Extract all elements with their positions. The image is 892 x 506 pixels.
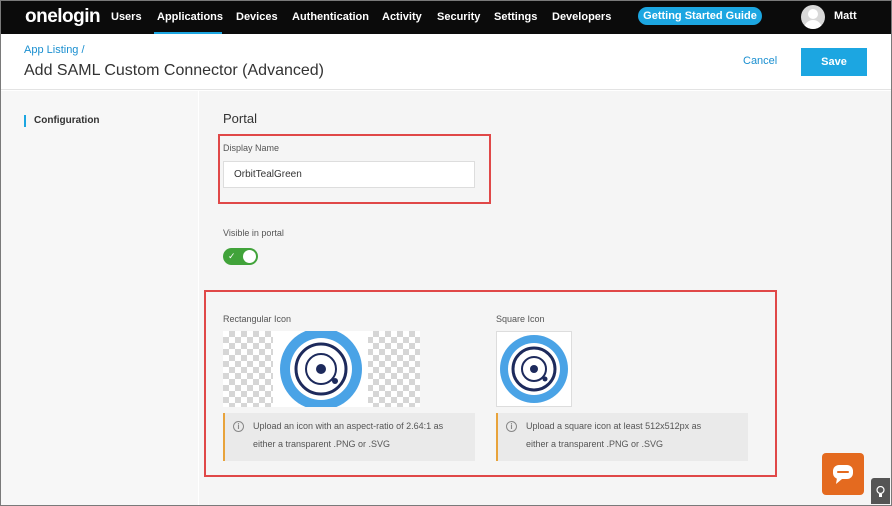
toggle-knob (243, 250, 256, 263)
rectangular-icon-preview[interactable] (223, 328, 420, 410)
display-name-label: Display Name (223, 143, 280, 153)
rectangular-icon-info: i Upload an icon with an aspect-ratio of… (223, 413, 475, 461)
user-avatar-icon[interactable] (801, 5, 825, 29)
orbit-logo-icon (273, 328, 368, 410)
square-info-line-2: either a transparent .PNG or .SVG (526, 439, 664, 449)
square-icon-label: Square Icon (496, 314, 545, 324)
info-icon: i (233, 421, 244, 432)
check-icon: ✓ (228, 251, 236, 261)
nav-authentication[interactable]: Authentication (292, 11, 369, 23)
nav-users[interactable]: Users (111, 11, 142, 23)
lightbulb-button[interactable] (871, 478, 890, 504)
square-icon-info: i Upload a square icon at least 512x512p… (496, 413, 748, 461)
avatar-head (808, 9, 818, 19)
avatar-body (804, 20, 822, 29)
orbit-logo-icon (500, 335, 568, 403)
square-info-line-1: Upload a square icon at least 512x512px … (526, 421, 702, 431)
rectangular-info-line-1: Upload an icon with an aspect-ratio of 2… (253, 421, 444, 431)
page-title: Add SAML Custom Connector (Advanced) (24, 62, 324, 79)
user-name[interactable]: Matt (834, 10, 857, 22)
getting-started-guide-button[interactable]: Getting Started Guide (638, 7, 762, 25)
visible-in-portal-toggle[interactable]: ✓ (223, 248, 258, 265)
rectangular-icon-label: Rectangular Icon (223, 314, 292, 324)
visible-in-portal-label: Visible in portal (223, 228, 284, 238)
nav-devices[interactable]: Devices (236, 11, 278, 23)
nav-activity[interactable]: Activity (382, 11, 422, 23)
chat-button[interactable] (822, 453, 864, 495)
rectangular-info-line-2: either a transparent .PNG or .SVG (253, 439, 391, 449)
section-title-portal: Portal (223, 111, 257, 126)
chat-bubble-icon (833, 465, 853, 484)
nav-applications[interactable]: Applications (157, 11, 223, 23)
nav-settings[interactable]: Settings (494, 11, 537, 23)
square-icon-preview[interactable] (496, 331, 572, 407)
top-nav: onelogin Users Applications Devices Auth… (0, 0, 892, 34)
lightbulb-icon (876, 486, 885, 497)
sidebar: Configuration (0, 91, 198, 506)
page-header: App Listing / Add SAML Custom Connector … (0, 34, 892, 90)
breadcrumb[interactable]: App Listing / (24, 44, 85, 56)
save-button[interactable]: Save (801, 48, 867, 76)
nav-security[interactable]: Security (437, 11, 480, 23)
display-name-input[interactable]: OrbitTealGreen (223, 161, 475, 188)
onelogin-logo[interactable]: onelogin (25, 6, 101, 28)
main-content: Portal Display Name OrbitTealGreen Visib… (199, 91, 892, 506)
info-icon: i (506, 421, 517, 432)
sidebar-item-configuration[interactable]: Configuration (24, 115, 100, 127)
cancel-button[interactable]: Cancel (743, 55, 777, 67)
nav-developers[interactable]: Developers (552, 11, 611, 23)
